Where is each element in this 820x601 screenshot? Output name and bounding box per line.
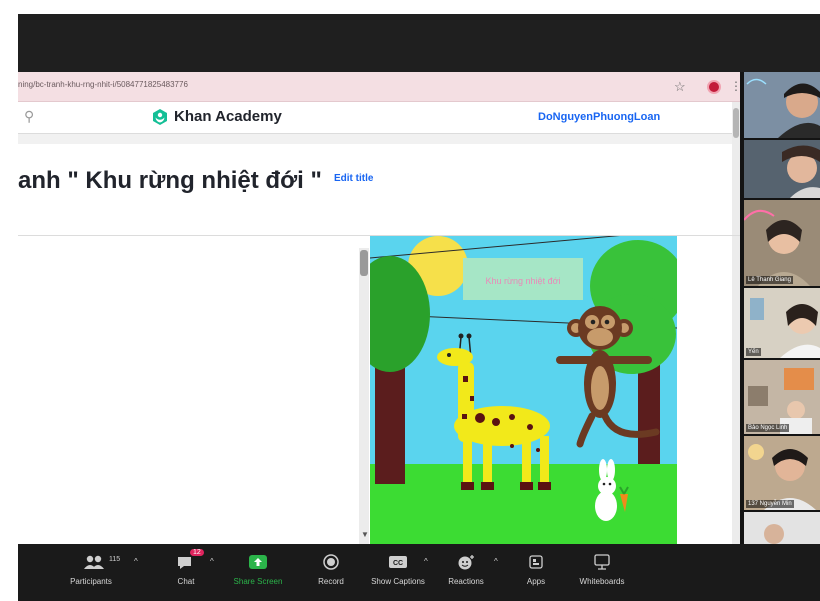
address-bar[interactable]: ning/bc-tranh-khu-rng-nhit-i/50847718254… xyxy=(18,72,740,102)
participant-video-6 xyxy=(744,436,820,510)
participants-label: Participants xyxy=(70,577,112,586)
record-label: Record xyxy=(318,577,344,586)
sign-text: Khu rừng nhiệt đới xyxy=(486,276,561,286)
participant-video-5 xyxy=(744,360,820,434)
video-tile[interactable]: Lê Thanh Giang xyxy=(744,200,820,286)
participants-caret-icon[interactable]: ^ xyxy=(134,557,138,566)
zoom-toolbar: 115 Participants ^ 12 Chat ^ Share Scree… xyxy=(18,544,820,601)
video-tile[interactable]: Yến xyxy=(744,288,820,358)
zoom-top-bar xyxy=(18,14,820,72)
record-icon xyxy=(323,554,339,570)
video-tile[interactable] xyxy=(744,140,820,198)
participant-name: 137 Nguyễn Min xyxy=(746,500,794,508)
participant-name: Lê Thanh Giang xyxy=(746,276,793,284)
record-button[interactable]: Record xyxy=(308,544,354,601)
chat-button[interactable]: 12 Chat xyxy=(168,544,204,601)
bookmark-star-icon[interactable]: ☆ xyxy=(674,79,686,95)
khan-academy-logo-icon[interactable] xyxy=(151,108,169,126)
header-divider xyxy=(18,134,740,144)
share-screen-label: Share Screen xyxy=(233,577,283,586)
apps-button[interactable]: Apps xyxy=(520,544,552,601)
shared-browser-window: ning/bc-tranh-khu-rng-nhit-i/50847718254… xyxy=(18,72,740,544)
right-tree-trunk xyxy=(638,364,660,464)
participant-video-3 xyxy=(744,200,820,286)
whiteboards-button[interactable]: Whiteboards xyxy=(570,544,634,601)
search-icon[interactable]: ⚲ xyxy=(24,108,34,125)
project-title: anh " Khu rừng nhiệt đới " xyxy=(18,167,322,194)
left-tree-trunk xyxy=(375,366,405,484)
captions-label: Show Captions xyxy=(371,577,425,586)
program-output-canvas[interactable]: Khu rừng nhiệt đới xyxy=(370,236,677,544)
code-editor-scrollbar[interactable] xyxy=(359,248,369,544)
scroll-down-arrow-icon[interactable]: ▼ xyxy=(361,530,369,539)
video-tile[interactable] xyxy=(744,512,820,544)
apps-label: Apps xyxy=(526,577,546,586)
show-captions-button[interactable]: CC Show Captions xyxy=(366,544,430,601)
reactions-icon xyxy=(458,555,474,570)
participants-button[interactable]: 115 Participants xyxy=(65,544,121,601)
participant-name: Bảo Ngọc Linh xyxy=(746,424,790,432)
participant-video-7 xyxy=(744,512,820,544)
video-tile[interactable] xyxy=(744,72,820,138)
participant-video-2 xyxy=(744,140,820,198)
page-scrollbar[interactable] xyxy=(732,102,740,544)
url-text[interactable]: ning/bc-tranh-khu-rng-nhit-i/50847718254… xyxy=(18,80,188,89)
reactions-label: Reactions xyxy=(448,577,484,586)
code-editor[interactable] xyxy=(18,236,370,544)
reactions-button[interactable]: Reactions xyxy=(442,544,490,601)
code-editor-scrollbar-thumb[interactable] xyxy=(360,250,368,276)
chat-label: Chat xyxy=(177,577,195,586)
participants-icon xyxy=(84,555,104,569)
khan-academy-header: ⚲ Khan Academy DoNguyenPhuongLoan xyxy=(18,102,740,134)
video-tile[interactable]: Bảo Ngọc Linh xyxy=(744,360,820,434)
username-link[interactable]: DoNguyenPhuongLoan xyxy=(538,111,660,123)
site-name[interactable]: Khan Academy xyxy=(174,108,282,125)
participant-gallery: Lê Thanh Giang Yến Bảo Ngọc Linh 137 Ngu… xyxy=(740,72,820,544)
whiteboards-label: Whiteboards xyxy=(579,577,625,586)
chat-caret-icon[interactable]: ^ xyxy=(210,557,214,566)
page-scrollbar-thumb[interactable] xyxy=(733,108,739,138)
svg-text:CC: CC xyxy=(393,560,403,567)
participants-count: 115 xyxy=(109,556,121,563)
chat-badge: 12 xyxy=(190,549,204,556)
share-screen-icon xyxy=(249,555,267,569)
captions-caret-icon[interactable]: ^ xyxy=(424,557,428,566)
browser-menu-icon[interactable]: ⋮ xyxy=(730,79,740,93)
captions-icon: CC xyxy=(389,556,407,568)
chat-icon xyxy=(178,557,191,569)
participant-video-1 xyxy=(744,72,820,138)
profile-avatar-icon[interactable] xyxy=(707,80,721,94)
participant-name: Yến xyxy=(746,348,761,356)
whiteboard-icon xyxy=(594,554,610,570)
apps-icon xyxy=(529,555,543,569)
share-screen-button[interactable]: Share Screen xyxy=(226,544,290,601)
reactions-caret-icon[interactable]: ^ xyxy=(494,557,498,566)
edit-title-link[interactable]: Edit title xyxy=(334,173,373,184)
left-margin xyxy=(0,0,18,601)
video-tile[interactable]: 137 Nguyễn Min xyxy=(744,436,820,510)
